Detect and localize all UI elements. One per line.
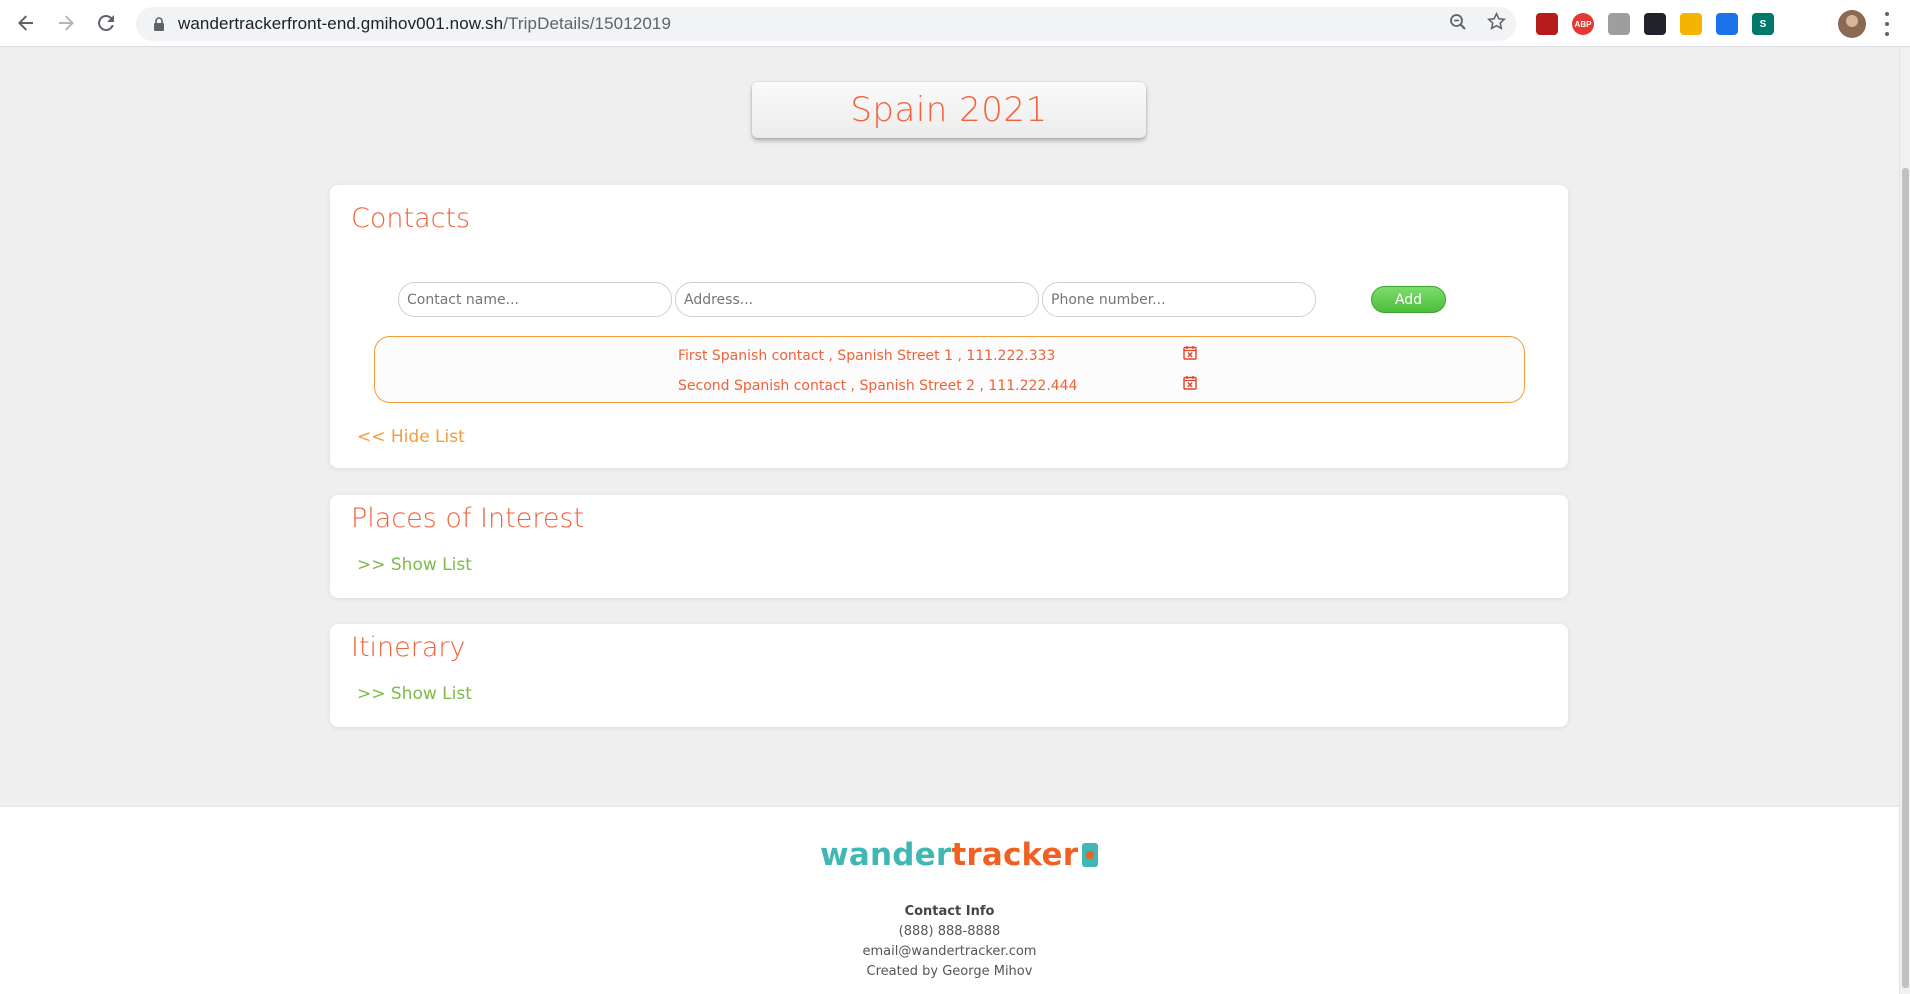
contacts-card: Contacts Add First Spanish contact , Spa… bbox=[330, 185, 1568, 468]
delete-calendar-icon[interactable] bbox=[1183, 345, 1197, 360]
zoom-icon[interactable] bbox=[1449, 13, 1467, 36]
wandertracker-logo[interactable]: wander tracker bbox=[820, 837, 1099, 873]
address-input[interactable] bbox=[675, 282, 1039, 317]
show-itinerary-link[interactable]: >> Show List bbox=[357, 684, 472, 704]
profile-avatar[interactable] bbox=[1838, 10, 1866, 38]
footer-phone: (888) 888-8888 bbox=[898, 924, 1001, 939]
browser-menu-icon[interactable] bbox=[1884, 12, 1890, 36]
logo-text-tracker: tracker bbox=[951, 837, 1079, 873]
lock-icon bbox=[152, 16, 166, 32]
extensions-bar: ABP S bbox=[1536, 8, 1774, 40]
show-places-link[interactable]: >> Show List bbox=[357, 555, 472, 575]
footer: wander tracker Contact Info (888) 888-888… bbox=[0, 806, 1899, 994]
color-picker-icon[interactable] bbox=[1680, 13, 1702, 35]
delete-calendar-icon[interactable] bbox=[1183, 375, 1197, 390]
page-content: Spain 2021 Contacts Add First Spanish co… bbox=[0, 48, 1899, 994]
contact-item-text: Second Spanish contact , Spanish Street … bbox=[678, 378, 1078, 394]
contact-item: Second Spanish contact , Spanish Street … bbox=[375, 375, 1524, 395]
logo-text-wander: wander bbox=[820, 837, 952, 873]
bookmark-star-icon[interactable] bbox=[1486, 11, 1507, 36]
address-bar[interactable]: wandertrackerfront-end.gmihov001.now.sh/… bbox=[136, 7, 1516, 41]
footer-email[interactable]: email@wandertracker.com bbox=[0, 942, 1899, 962]
footer-contact-info: Contact Info (888) 888-8888 email@wander… bbox=[0, 902, 1899, 982]
stylus-extension-icon[interactable]: S bbox=[1752, 13, 1774, 35]
adblock-plus-icon[interactable]: ABP bbox=[1572, 13, 1594, 35]
itinerary-heading: Itinerary bbox=[351, 632, 466, 663]
forward-icon[interactable] bbox=[46, 3, 86, 43]
contact-item-text: First Spanish contact , Spanish Street 1… bbox=[678, 348, 1056, 364]
page-scrollbar[interactable] bbox=[1899, 48, 1910, 994]
scrollbar-thumb[interactable] bbox=[1902, 168, 1909, 988]
contact-list: First Spanish contact , Spanish Street 1… bbox=[374, 336, 1525, 403]
itinerary-card: Itinerary >> Show List bbox=[330, 624, 1568, 727]
places-heading: Places of Interest bbox=[351, 503, 585, 534]
phone-number-input[interactable] bbox=[1042, 282, 1316, 317]
browser-toolbar: wandertrackerfront-end.gmihov001.now.sh/… bbox=[0, 0, 1910, 47]
contact-name-input[interactable] bbox=[398, 282, 672, 317]
pdf-extension-icon[interactable] bbox=[1536, 13, 1558, 35]
luggage-icon bbox=[1082, 843, 1099, 867]
url-text: wandertrackerfront-end.gmihov001.now.sh/… bbox=[178, 14, 671, 33]
reload-icon[interactable] bbox=[86, 3, 126, 43]
back-icon[interactable] bbox=[6, 3, 46, 43]
react-devtools-icon[interactable] bbox=[1644, 13, 1666, 35]
contacts-heading: Contacts bbox=[351, 203, 471, 234]
eyedropper-icon[interactable] bbox=[1716, 13, 1738, 35]
cube-extension-icon[interactable] bbox=[1608, 13, 1630, 35]
trip-title: Spain 2021 bbox=[752, 82, 1146, 138]
contact-item: First Spanish contact , Spanish Street 1… bbox=[375, 345, 1524, 365]
footer-credit: Created by George Mihov bbox=[866, 964, 1033, 979]
add-contact-button[interactable]: Add bbox=[1371, 286, 1446, 313]
hide-contacts-link[interactable]: << Hide List bbox=[357, 427, 465, 447]
places-card: Places of Interest >> Show List bbox=[330, 495, 1568, 598]
contact-info-heading: Contact Info bbox=[904, 904, 995, 919]
